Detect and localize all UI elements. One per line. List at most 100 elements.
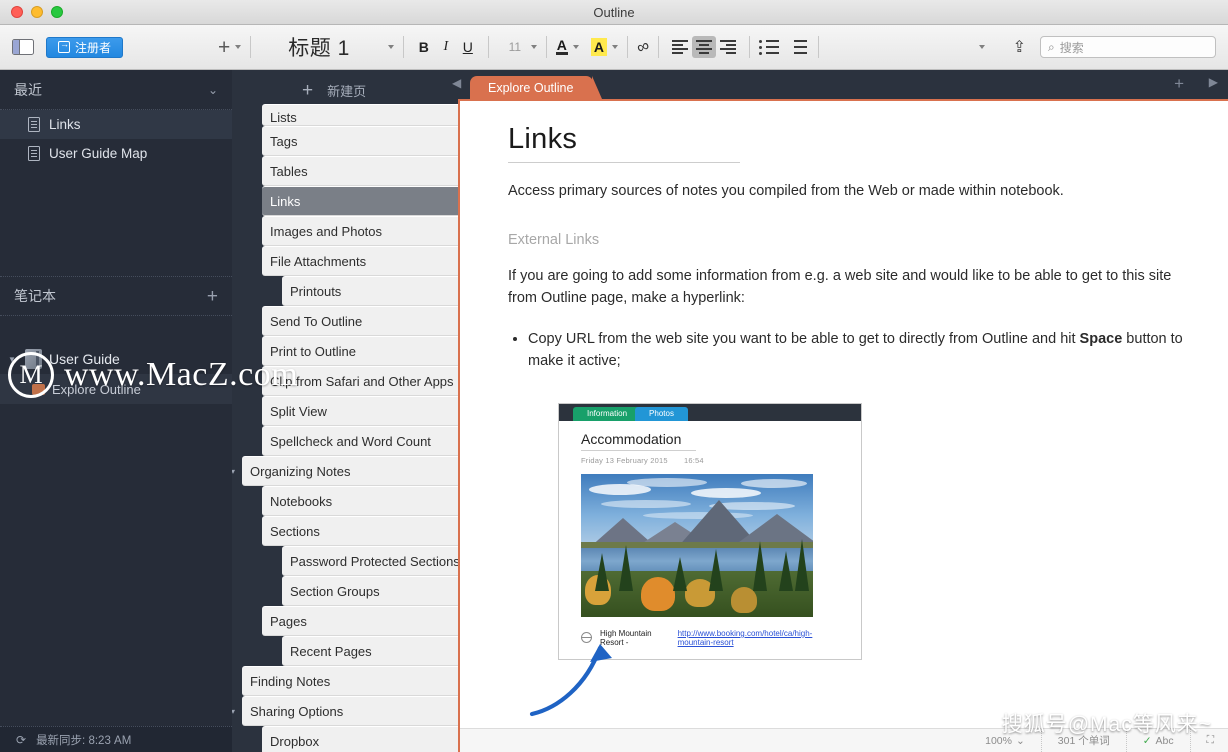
numbered-list-button[interactable]	[787, 37, 809, 57]
tree-node[interactable]: Tags	[262, 126, 458, 156]
paragraph-style-label[interactable]: 标题 1	[288, 32, 350, 62]
intro-paragraph: Access primary sources of notes you comp…	[508, 183, 1064, 199]
font-size-chevron-down-icon[interactable]	[530, 45, 537, 49]
tab-explore-outline[interactable]: Explore Outline	[470, 76, 603, 99]
bulleted-list-button[interactable]	[759, 37, 781, 57]
tab-scroll-left-icon[interactable]: ◀	[452, 76, 461, 90]
share-icon[interactable]: ⇪	[1013, 37, 1026, 57]
sync-status-label: 最新同步: 8:23 AM	[36, 734, 132, 747]
highlight-chevron-down-icon[interactable]	[612, 45, 619, 49]
embedded-link-url[interactable]: http://www.booking.com/hotel/ca/high-mou…	[678, 629, 839, 647]
tree-node[interactable]: Section Groups	[282, 576, 458, 606]
tree-node[interactable]: Notebooks	[262, 486, 458, 516]
tree-node[interactable]: Lists	[262, 104, 458, 126]
sidebar-item-label: Links	[49, 117, 81, 132]
new-page-icon[interactable]: +	[302, 81, 313, 100]
tree-node[interactable]: Send To Outline	[262, 306, 458, 336]
sidebar-item-label: User Guide Map	[49, 146, 148, 161]
embedded-body: Accommodation Friday 13 February 2015 16…	[559, 420, 861, 659]
style-chevron-down-icon[interactable]	[387, 45, 394, 49]
sidebar-status-bar: ⟳ 最新同步: 8:23 AM	[0, 726, 232, 752]
chevron-down-icon[interactable]: ⌄	[208, 83, 218, 97]
register-icon	[58, 39, 70, 53]
add-button[interactable]: +	[218, 37, 230, 58]
overflow-chevron-down-icon[interactable]	[978, 45, 985, 49]
sidebar-item-user-guide-map[interactable]: User Guide Map	[0, 139, 232, 168]
tree-node[interactable]: Split View	[262, 396, 458, 426]
embedded-tab-bar: Information Photos	[559, 404, 861, 421]
text-color-chevron-down-icon[interactable]	[572, 45, 579, 49]
highlight-color-button[interactable]: A	[590, 38, 608, 56]
align-left-button[interactable]	[668, 36, 692, 58]
fullscreen-button[interactable]: ⛶	[1191, 729, 1228, 752]
italic-button[interactable]: I	[435, 36, 457, 58]
tree-node[interactable]: ▾ Sharing Options	[232, 696, 458, 726]
add-notebook-icon[interactable]: +	[207, 287, 218, 306]
bullet-prefix: Copy URL from the web site you want to b…	[528, 331, 1080, 348]
tree-node[interactable]: Sections	[262, 516, 458, 546]
sidebar-recent-label: 最近	[14, 81, 42, 98]
check-icon: ✓	[1142, 734, 1152, 747]
notebook-icon	[25, 349, 42, 369]
register-button[interactable]: 注册者	[46, 36, 124, 58]
insert-link-icon[interactable]: ∞	[634, 36, 652, 59]
tree-node[interactable]: File Attachments	[262, 246, 458, 276]
embedded-time: 16:54	[684, 455, 704, 465]
new-tab-icon[interactable]: +	[1174, 74, 1184, 94]
disclosure-triangle-icon[interactable]: ▾	[232, 707, 235, 716]
document-sheet[interactable]: Links Access primary sources of notes yo…	[458, 99, 1228, 752]
disclosure-triangle-icon[interactable]: ▼	[8, 355, 18, 364]
divider	[658, 36, 660, 58]
search-input[interactable]: ⌕ 搜索	[1040, 36, 1216, 58]
spellcheck-label: Abc	[1155, 734, 1174, 747]
tree-node[interactable]: Recent Pages	[282, 636, 458, 666]
divider	[749, 36, 751, 58]
zoom-level[interactable]: 100% ⌄	[969, 729, 1042, 752]
outline-tree-list[interactable]: Lists Tags Tables Links Images and Photos Fil…	[232, 104, 458, 752]
text-color-button[interactable]: A	[555, 38, 568, 55]
sidebar-item-links[interactable]: Links	[0, 110, 232, 139]
tree-node[interactable]: Clip from Safari and Other Apps	[262, 366, 458, 396]
embedded-date: Friday 13 February 2015	[581, 455, 668, 465]
expand-icon: ⛶	[1206, 734, 1214, 746]
tree-node[interactable]: Password Protected Sections	[282, 546, 458, 576]
spellcheck-status[interactable]: ✓ Abc	[1127, 729, 1191, 752]
title-bar: Outline	[0, 0, 1228, 25]
tree-node[interactable]: Links	[262, 186, 458, 216]
zoom-chevron-down-icon[interactable]: ⌄	[1016, 735, 1025, 747]
tree-node[interactable]: Images and Photos	[262, 216, 458, 246]
font-size-field[interactable]: 11	[504, 40, 526, 54]
section-explore-outline[interactable]: Explore Outline	[0, 374, 232, 404]
sidebar-notebooks-header: 笔记本 +	[0, 276, 232, 316]
tree-node-label: Password Protected Sections	[290, 553, 458, 569]
tree-node[interactable]: Pages	[262, 606, 458, 636]
tree-node[interactable]: Print to Outline	[262, 336, 458, 366]
tree-node[interactable]: Printouts	[282, 276, 458, 306]
add-chevron-down-icon[interactable]	[235, 45, 242, 49]
sidebar-recent-header[interactable]: 最近 ⌄	[0, 70, 232, 110]
tree-node[interactable]: Finding Notes	[242, 666, 458, 696]
notebook-user-guide[interactable]: ▼ User Guide	[0, 344, 232, 374]
outline-tree-panel: + 新建页 Lists Tags Tables Links Images and Pho…	[232, 70, 458, 752]
embedded-link-row[interactable]: High Mountain Resort - http://www.bookin…	[581, 629, 839, 647]
sidebar-toggle-icon[interactable]	[12, 39, 34, 55]
embedded-screenshot[interactable]: Information Photos Accommodation Friday …	[558, 402, 862, 660]
word-count-label: 301 个单词	[1057, 735, 1110, 747]
page-title[interactable]: Links	[508, 123, 740, 163]
sync-icon[interactable]: ⟳	[16, 733, 26, 747]
tree-node[interactable]: Spellcheck and Word Count	[262, 426, 458, 456]
underline-button[interactable]: U	[457, 36, 479, 58]
app-window: Outline 注册者 + 标题 1 B I U 11 A A ∞	[0, 0, 1228, 752]
disclosure-triangle-icon[interactable]: ▾	[232, 467, 235, 476]
tree-node[interactable]: Tables	[262, 156, 458, 186]
tab-scroll-right-icon[interactable]: ▶	[1209, 75, 1218, 89]
tree-node[interactable]: ▾ Organizing Notes	[232, 456, 458, 486]
section-label: Explore Outline	[52, 381, 141, 397]
new-page-label[interactable]: 新建页	[327, 81, 366, 100]
align-center-button[interactable]	[692, 36, 717, 58]
tree-node-label: Pages	[270, 613, 307, 629]
bold-button[interactable]: B	[413, 36, 435, 58]
tree-node[interactable]: Dropbox	[262, 726, 458, 752]
register-label: 注册者	[75, 40, 112, 55]
align-right-button[interactable]	[716, 36, 740, 58]
